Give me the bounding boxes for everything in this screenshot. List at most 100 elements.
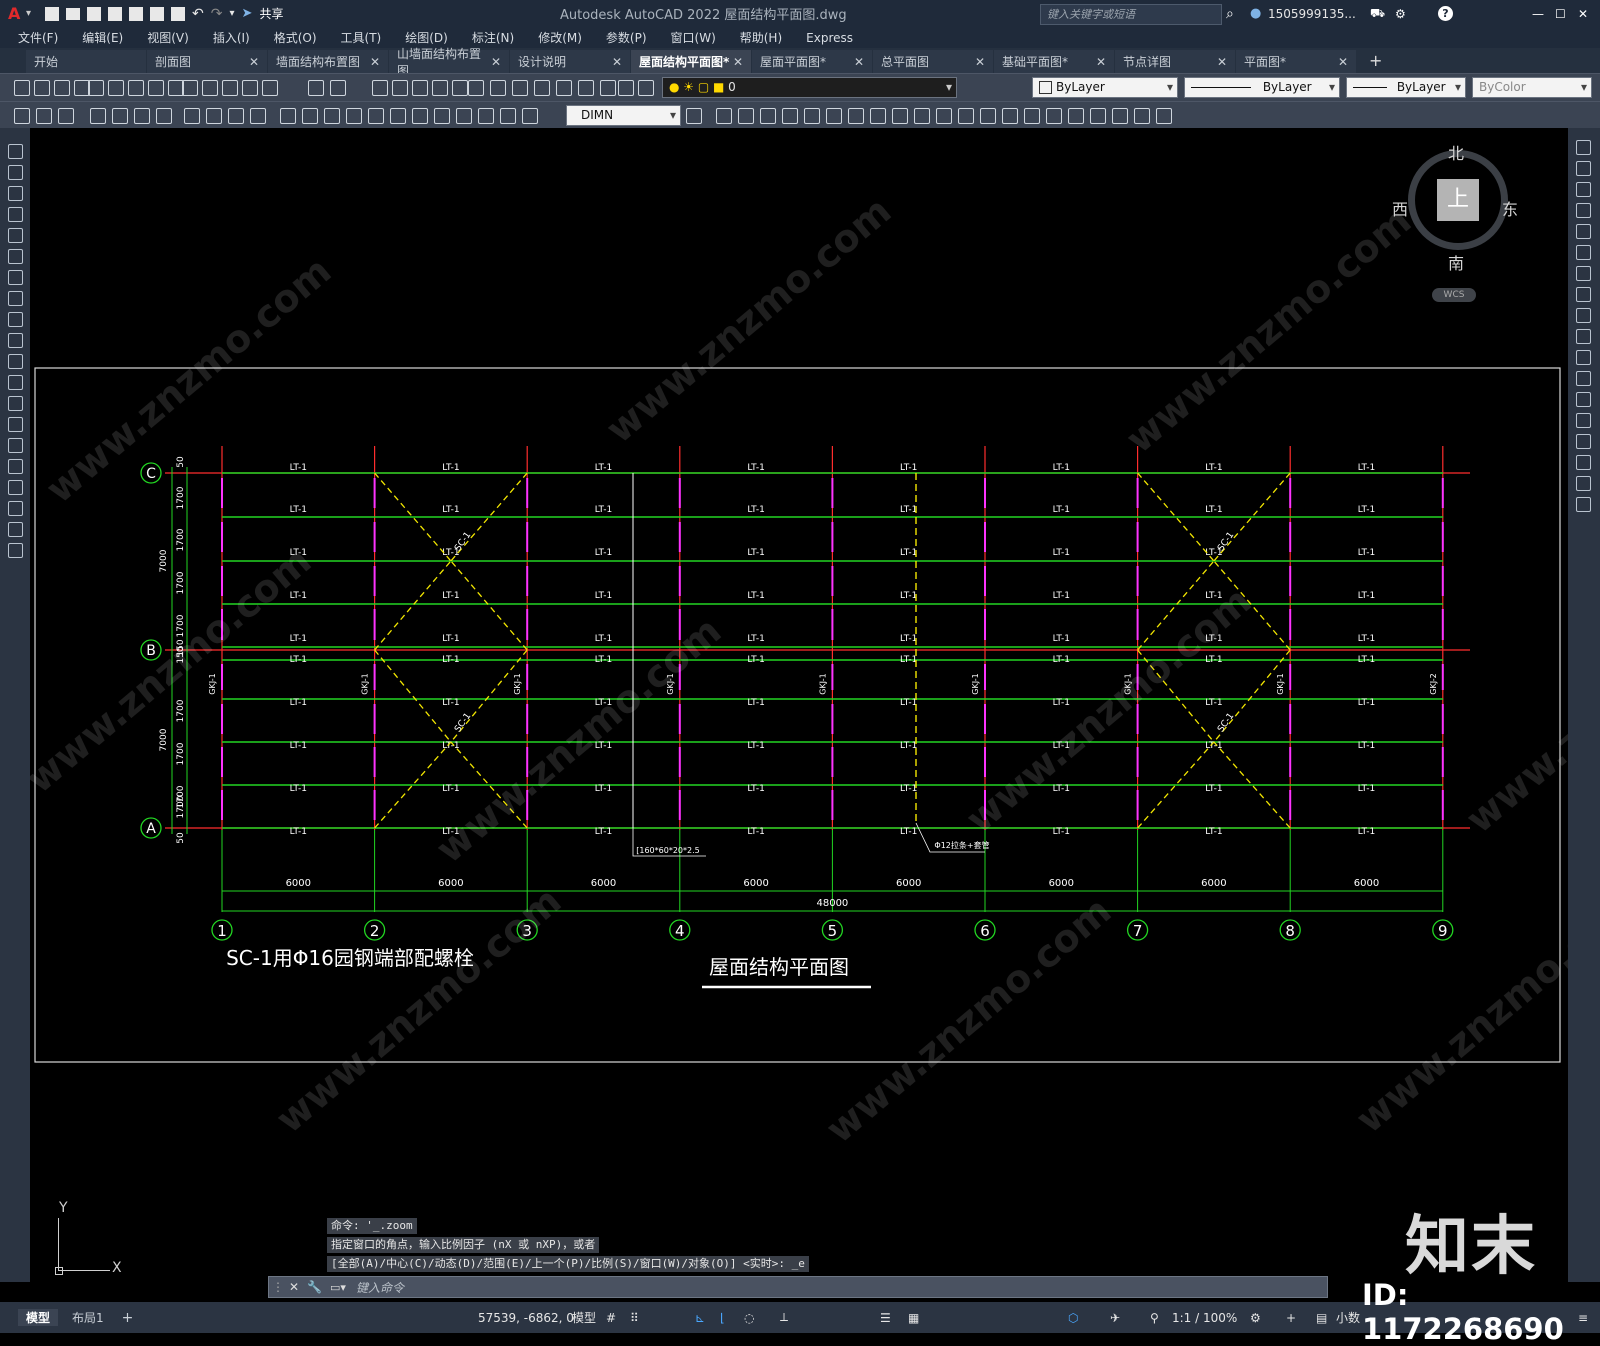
- model-space-button[interactable]: 模型: [572, 1309, 596, 1326]
- otrack-icon[interactable]: ⟂: [780, 1310, 788, 1325]
- toolbar-button-icon[interactable]: [58, 108, 74, 124]
- document-tab[interactable]: 设计说明 ✕: [510, 50, 630, 73]
- toolbar-button-icon[interactable]: [870, 108, 886, 124]
- command-recent-icon[interactable]: ▭▾: [330, 1281, 346, 1294]
- toolbar-button-icon[interactable]: [1002, 108, 1018, 124]
- modify-tool-icon[interactable]: [1576, 140, 1591, 155]
- command-grip-icon[interactable]: ⋮: [272, 1280, 284, 1294]
- toolbar-button-icon[interactable]: [760, 108, 776, 124]
- tab-close-icon[interactable]: ✕: [1096, 55, 1106, 69]
- tab-close-icon[interactable]: ✕: [370, 55, 380, 69]
- modify-tool-icon[interactable]: [1576, 161, 1591, 176]
- lineweight-icon[interactable]: ☰: [880, 1311, 891, 1325]
- draw-tool-icon[interactable]: [8, 228, 23, 243]
- toolbar-button-icon[interactable]: [522, 108, 538, 124]
- toolbar-button-icon[interactable]: [534, 80, 550, 96]
- draw-tool-icon[interactable]: [8, 270, 23, 285]
- draw-tool-icon[interactable]: [8, 375, 23, 390]
- share-icon[interactable]: ➤: [242, 6, 253, 21]
- draw-tool-icon[interactable]: [8, 207, 23, 222]
- save-icon[interactable]: [87, 6, 102, 21]
- draw-tool-icon[interactable]: [8, 459, 23, 474]
- toolbar-button-icon[interactable]: [456, 108, 472, 124]
- lineweight-dropdown[interactable]: ByLayer: [1346, 77, 1466, 98]
- tab-close-icon[interactable]: ✕: [854, 55, 864, 69]
- modify-tool-icon[interactable]: [1576, 350, 1591, 365]
- toolbar-button-icon[interactable]: [14, 80, 30, 96]
- viewcube-top-face[interactable]: 上: [1437, 179, 1479, 221]
- draw-tool-icon[interactable]: [8, 543, 23, 558]
- modify-tool-icon[interactable]: [1576, 182, 1591, 197]
- tab-close-icon[interactable]: ✕: [612, 55, 622, 69]
- units-readout[interactable]: 小数: [1336, 1309, 1360, 1326]
- toolbar-button-icon[interactable]: [392, 80, 408, 96]
- draw-tool-icon[interactable]: [8, 501, 23, 516]
- menu-item[interactable]: 编辑(E): [82, 29, 123, 46]
- toolbar-button-icon[interactable]: [330, 80, 346, 96]
- share-button[interactable]: 共享: [259, 5, 283, 22]
- selection-cycling-icon[interactable]: ⬡: [1068, 1311, 1078, 1325]
- toolbar-button-icon[interactable]: [452, 80, 468, 96]
- toolbar-button-icon[interactable]: [308, 80, 324, 96]
- color-dropdown[interactable]: ByLayer: [1032, 77, 1178, 98]
- new-file-icon[interactable]: [45, 6, 60, 21]
- document-tab[interactable]: 开始: [26, 50, 146, 73]
- modify-tool-icon[interactable]: [1576, 476, 1591, 491]
- snap-icon[interactable]: ⠿: [630, 1311, 639, 1325]
- draw-tool-icon[interactable]: [8, 312, 23, 327]
- publish-icon[interactable]: [129, 6, 144, 21]
- toolbar-button-icon[interactable]: [468, 80, 484, 96]
- viewcube[interactable]: 上 北 南 西 东 WCS: [1392, 138, 1528, 308]
- layer-dropdown[interactable]: ● ☀ ▢ ■ 0: [662, 77, 957, 98]
- modify-tool-icon[interactable]: [1576, 497, 1591, 512]
- modify-tool-icon[interactable]: [1576, 308, 1591, 323]
- toolbar-button-icon[interactable]: [302, 108, 318, 124]
- toolbar-button-icon[interactable]: [280, 108, 296, 124]
- toolbar-button-icon[interactable]: [324, 108, 340, 124]
- plotstyle-dropdown[interactable]: ByColor: [1472, 77, 1592, 98]
- toolbar-button-icon[interactable]: [958, 108, 974, 124]
- toolbar-button-icon[interactable]: [54, 80, 70, 96]
- layout-tab-layout1[interactable]: 布局1: [72, 1309, 104, 1326]
- drawing-canvas[interactable]: LT-1 LT-1 LT-1 LT-1 LT-1 LT-1 LT-1 LT-1 LT-1 LT-1…: [30, 128, 1568, 1278]
- open-file-icon[interactable]: [66, 7, 81, 20]
- toolbar-button-icon[interactable]: [206, 108, 222, 124]
- toolbar-button-icon[interactable]: [804, 108, 820, 124]
- toolbar-button-icon[interactable]: [108, 80, 124, 96]
- linetype-dropdown[interactable]: ByLayer: [1184, 77, 1340, 98]
- tab-close-icon[interactable]: ✕: [249, 55, 259, 69]
- toolbar-button-icon[interactable]: [262, 80, 278, 96]
- wcs-menu[interactable]: WCS: [1432, 288, 1476, 302]
- workspace-icon[interactable]: ⚙: [1250, 1311, 1261, 1325]
- toolbar-button-icon[interactable]: [412, 108, 428, 124]
- command-customize-icon[interactable]: 🔧: [307, 1280, 322, 1294]
- document-tab[interactable]: 屋面结构平面图* ✕: [631, 50, 751, 73]
- menu-item[interactable]: 视图(V): [147, 29, 189, 46]
- compass-west[interactable]: 西: [1392, 196, 1408, 220]
- toolbar-button-icon[interactable]: [432, 80, 448, 96]
- tab-close-icon[interactable]: ✕: [733, 55, 743, 69]
- toolbar-button-icon[interactable]: [134, 108, 150, 124]
- toolbar-button-icon[interactable]: [88, 80, 104, 96]
- document-tab[interactable]: 节点详图 ✕: [1115, 50, 1235, 73]
- toolbar-button-icon[interactable]: [512, 80, 528, 96]
- chevron-down-icon[interactable]: ▾: [26, 8, 31, 19]
- help-icon[interactable]: ?: [1438, 6, 1453, 21]
- menu-item[interactable]: 帮助(H): [740, 29, 782, 46]
- toolbar-button-icon[interactable]: [686, 108, 702, 124]
- toolbar-button-icon[interactable]: [90, 108, 106, 124]
- tab-close-icon[interactable]: ✕: [975, 55, 985, 69]
- draw-tool-icon[interactable]: [8, 522, 23, 537]
- search-icon[interactable]: ⌕: [1226, 6, 1234, 22]
- redo-icon[interactable]: ↷: [211, 6, 223, 22]
- toolbar-button-icon[interactable]: [368, 108, 384, 124]
- toolbar-button-icon[interactable]: [14, 108, 30, 124]
- dimstyle-dropdown[interactable]: DIMN: [566, 105, 681, 126]
- menu-item[interactable]: 修改(M): [538, 29, 582, 46]
- draw-tool-icon[interactable]: [8, 144, 23, 159]
- undo-icon[interactable]: ↶: [192, 6, 204, 22]
- transparency-icon[interactable]: ▦: [908, 1311, 919, 1325]
- toolbar-button-icon[interactable]: [148, 80, 164, 96]
- document-tab[interactable]: 屋面平面图* ✕: [752, 50, 872, 73]
- toolbar-button-icon[interactable]: [434, 108, 450, 124]
